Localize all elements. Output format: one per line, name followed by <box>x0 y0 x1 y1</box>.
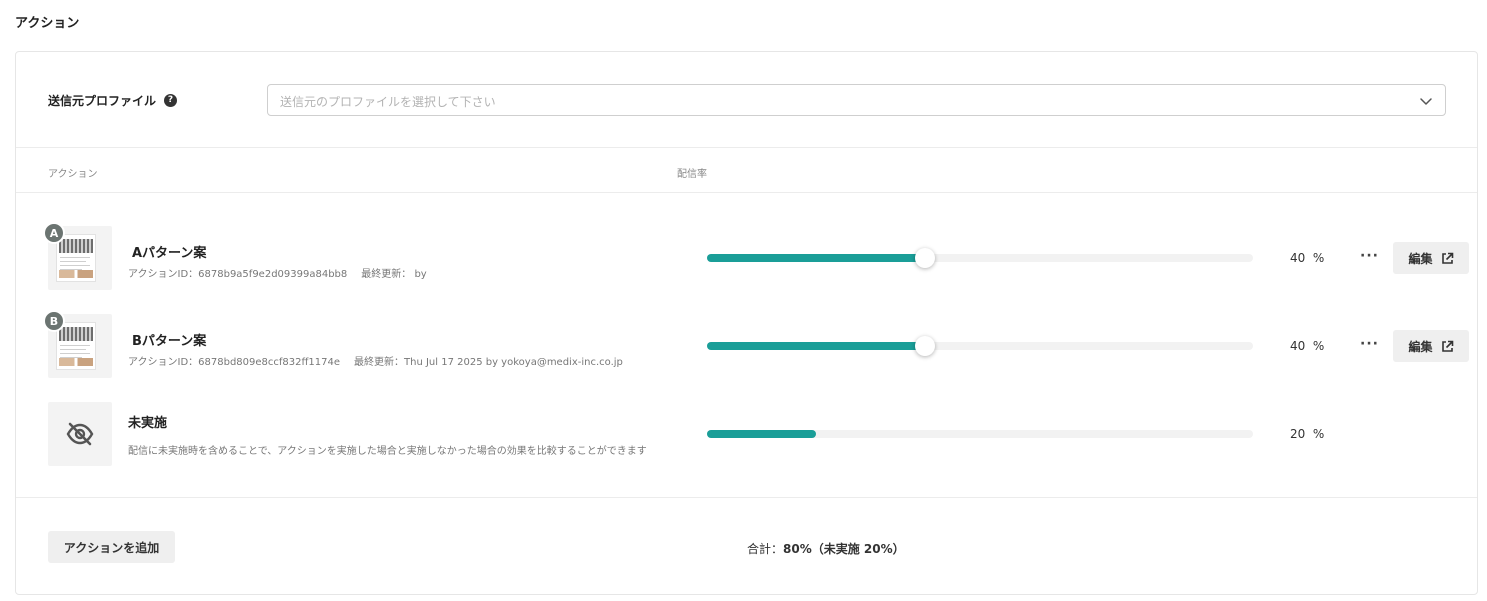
rate-value: 20 % <box>1290 427 1324 441</box>
external-link-icon <box>1441 252 1453 264</box>
profile-row: 送信元プロファイル ? 送信元のプロファイルを選択して下さい <box>16 52 1477 148</box>
rate-percent-sign: % <box>1312 427 1325 441</box>
no-action-description: 配信に未実施時を含めることで、アクションを実施した場合と実施しなかった場合の効果… <box>128 446 647 457</box>
total-summary: 合計：80%（未実施 20%） <box>747 540 905 557</box>
rate-slider-no-action <box>707 430 1253 438</box>
card-footer: アクションを追加 合計：80%（未実施 20%） <box>16 497 1477 595</box>
table-header: アクション 配信率 <box>16 148 1477 193</box>
pattern-badge: B <box>43 310 65 332</box>
rate-slider-fill <box>707 430 816 438</box>
no-action-row: 未実施 配信に未実施時を含めることで、アクションを実施した場合と実施しなかった場… <box>16 390 1477 478</box>
action-id: アクションID：6878bd809e8ccf832ff1174e <box>128 357 340 368</box>
rate-slider[interactable] <box>707 248 1253 268</box>
more-options-icon[interactable]: ··· <box>1360 248 1379 264</box>
profile-label: 送信元プロファイル ? <box>48 92 178 109</box>
external-link-icon <box>1441 340 1453 352</box>
rate-number: 40 <box>1290 251 1306 265</box>
rate-slider-handle[interactable] <box>915 336 935 356</box>
rate-percent-sign: % <box>1312 251 1325 265</box>
action-row-b: B Bパターン案 アクションID：6878bd809e8ccf832ff1174… <box>16 302 1477 390</box>
edit-button[interactable]: 編集 <box>1393 330 1469 362</box>
rate-slider[interactable] <box>707 336 1253 356</box>
actions-card: 送信元プロファイル ? 送信元のプロファイルを選択して下さい アクション 配信率… <box>15 51 1478 595</box>
action-title: Aパターン案 <box>132 246 207 261</box>
no-action-title: 未実施 <box>128 416 168 431</box>
profile-select-placeholder: 送信元のプロファイルを選択して下さい <box>280 95 496 109</box>
total-value: 80%（未実施 20%） <box>783 542 905 556</box>
more-options-icon[interactable]: ··· <box>1360 336 1379 352</box>
column-header-rate: 配信率 <box>677 169 707 180</box>
column-header-action: アクション <box>48 169 98 180</box>
rate-value: 40 % <box>1290 339 1324 353</box>
eye-off-icon <box>66 422 94 446</box>
pattern-badge: A <box>43 222 65 244</box>
profile-select[interactable]: 送信元のプロファイルを選択して下さい <box>267 84 1446 116</box>
action-updated: 最終更新：Thu Jul 17 2025 by yokoya@medix-inc… <box>354 357 623 368</box>
edit-button-label: 編集 <box>1408 251 1433 266</box>
thumbnail-page <box>56 234 96 282</box>
chevron-down-icon <box>1420 98 1432 105</box>
add-action-button[interactable]: アクションを追加 <box>48 531 175 563</box>
edit-button[interactable]: 編集 <box>1393 242 1469 274</box>
profile-label-text: 送信元プロファイル <box>48 94 157 108</box>
rate-slider-fill <box>707 254 925 262</box>
action-row-a: A Aパターン案 アクションID：6878b9a5f9e2d09399a84bb… <box>16 214 1477 302</box>
action-id: アクションID：6878b9a5f9e2d09399a84bb8 <box>128 269 348 280</box>
rate-percent-sign: % <box>1312 339 1325 353</box>
rate-number: 20 <box>1290 427 1306 441</box>
rate-slider-handle[interactable] <box>915 248 935 268</box>
action-updated: 最終更新： by <box>361 269 427 280</box>
rate-value: 40 % <box>1290 251 1324 265</box>
action-title: Bパターン案 <box>132 334 207 349</box>
help-icon[interactable]: ? <box>164 94 178 107</box>
action-meta: アクションID：6878b9a5f9e2d09399a84bb8 最終更新： by <box>128 265 427 280</box>
thumbnail-page <box>56 322 96 370</box>
rate-number: 40 <box>1290 339 1306 353</box>
edit-button-label: 編集 <box>1408 339 1433 354</box>
section-title: アクション <box>15 16 80 31</box>
action-meta: アクションID：6878bd809e8ccf832ff1174e 最終更新：Thu… <box>128 353 623 368</box>
no-action-thumbnail <box>48 402 112 466</box>
rate-slider-fill <box>707 342 925 350</box>
total-prefix: 合計： <box>747 542 784 556</box>
